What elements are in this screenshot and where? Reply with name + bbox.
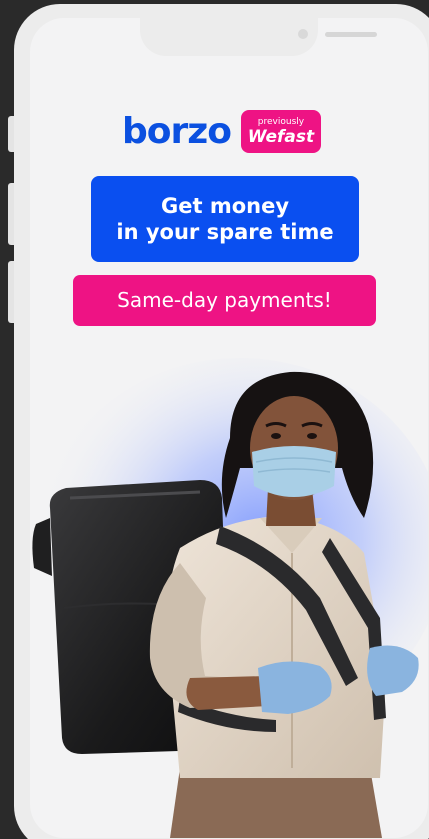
camera-icon: [298, 29, 308, 39]
phone-notch: [140, 18, 377, 56]
glove-right-icon: [367, 645, 419, 696]
badge-brand: Wefast: [247, 126, 315, 147]
headline-banner: Get money in your spare time: [91, 176, 359, 262]
speaker-grille: [325, 32, 377, 37]
badge-caption: previously: [257, 116, 305, 127]
previously-badge: previously Wefast: [240, 110, 321, 153]
brand-logo: borzo: [122, 110, 232, 152]
app-store-screenshot: borzo previously Wefast Get money in you…: [0, 0, 429, 839]
headline-line-2: in your spare time: [116, 220, 334, 244]
brand-logo-row: borzo previously Wefast: [122, 110, 321, 153]
payments-banner: Same-day payments!: [73, 275, 376, 326]
headline-line-1: Get money: [160, 193, 290, 218]
courier-pants: [170, 768, 382, 838]
phone-screen: borzo previously Wefast Get money in you…: [30, 18, 428, 838]
courier-illustration: [32, 358, 428, 838]
phone-frame: borzo previously Wefast Get money in you…: [14, 4, 429, 839]
